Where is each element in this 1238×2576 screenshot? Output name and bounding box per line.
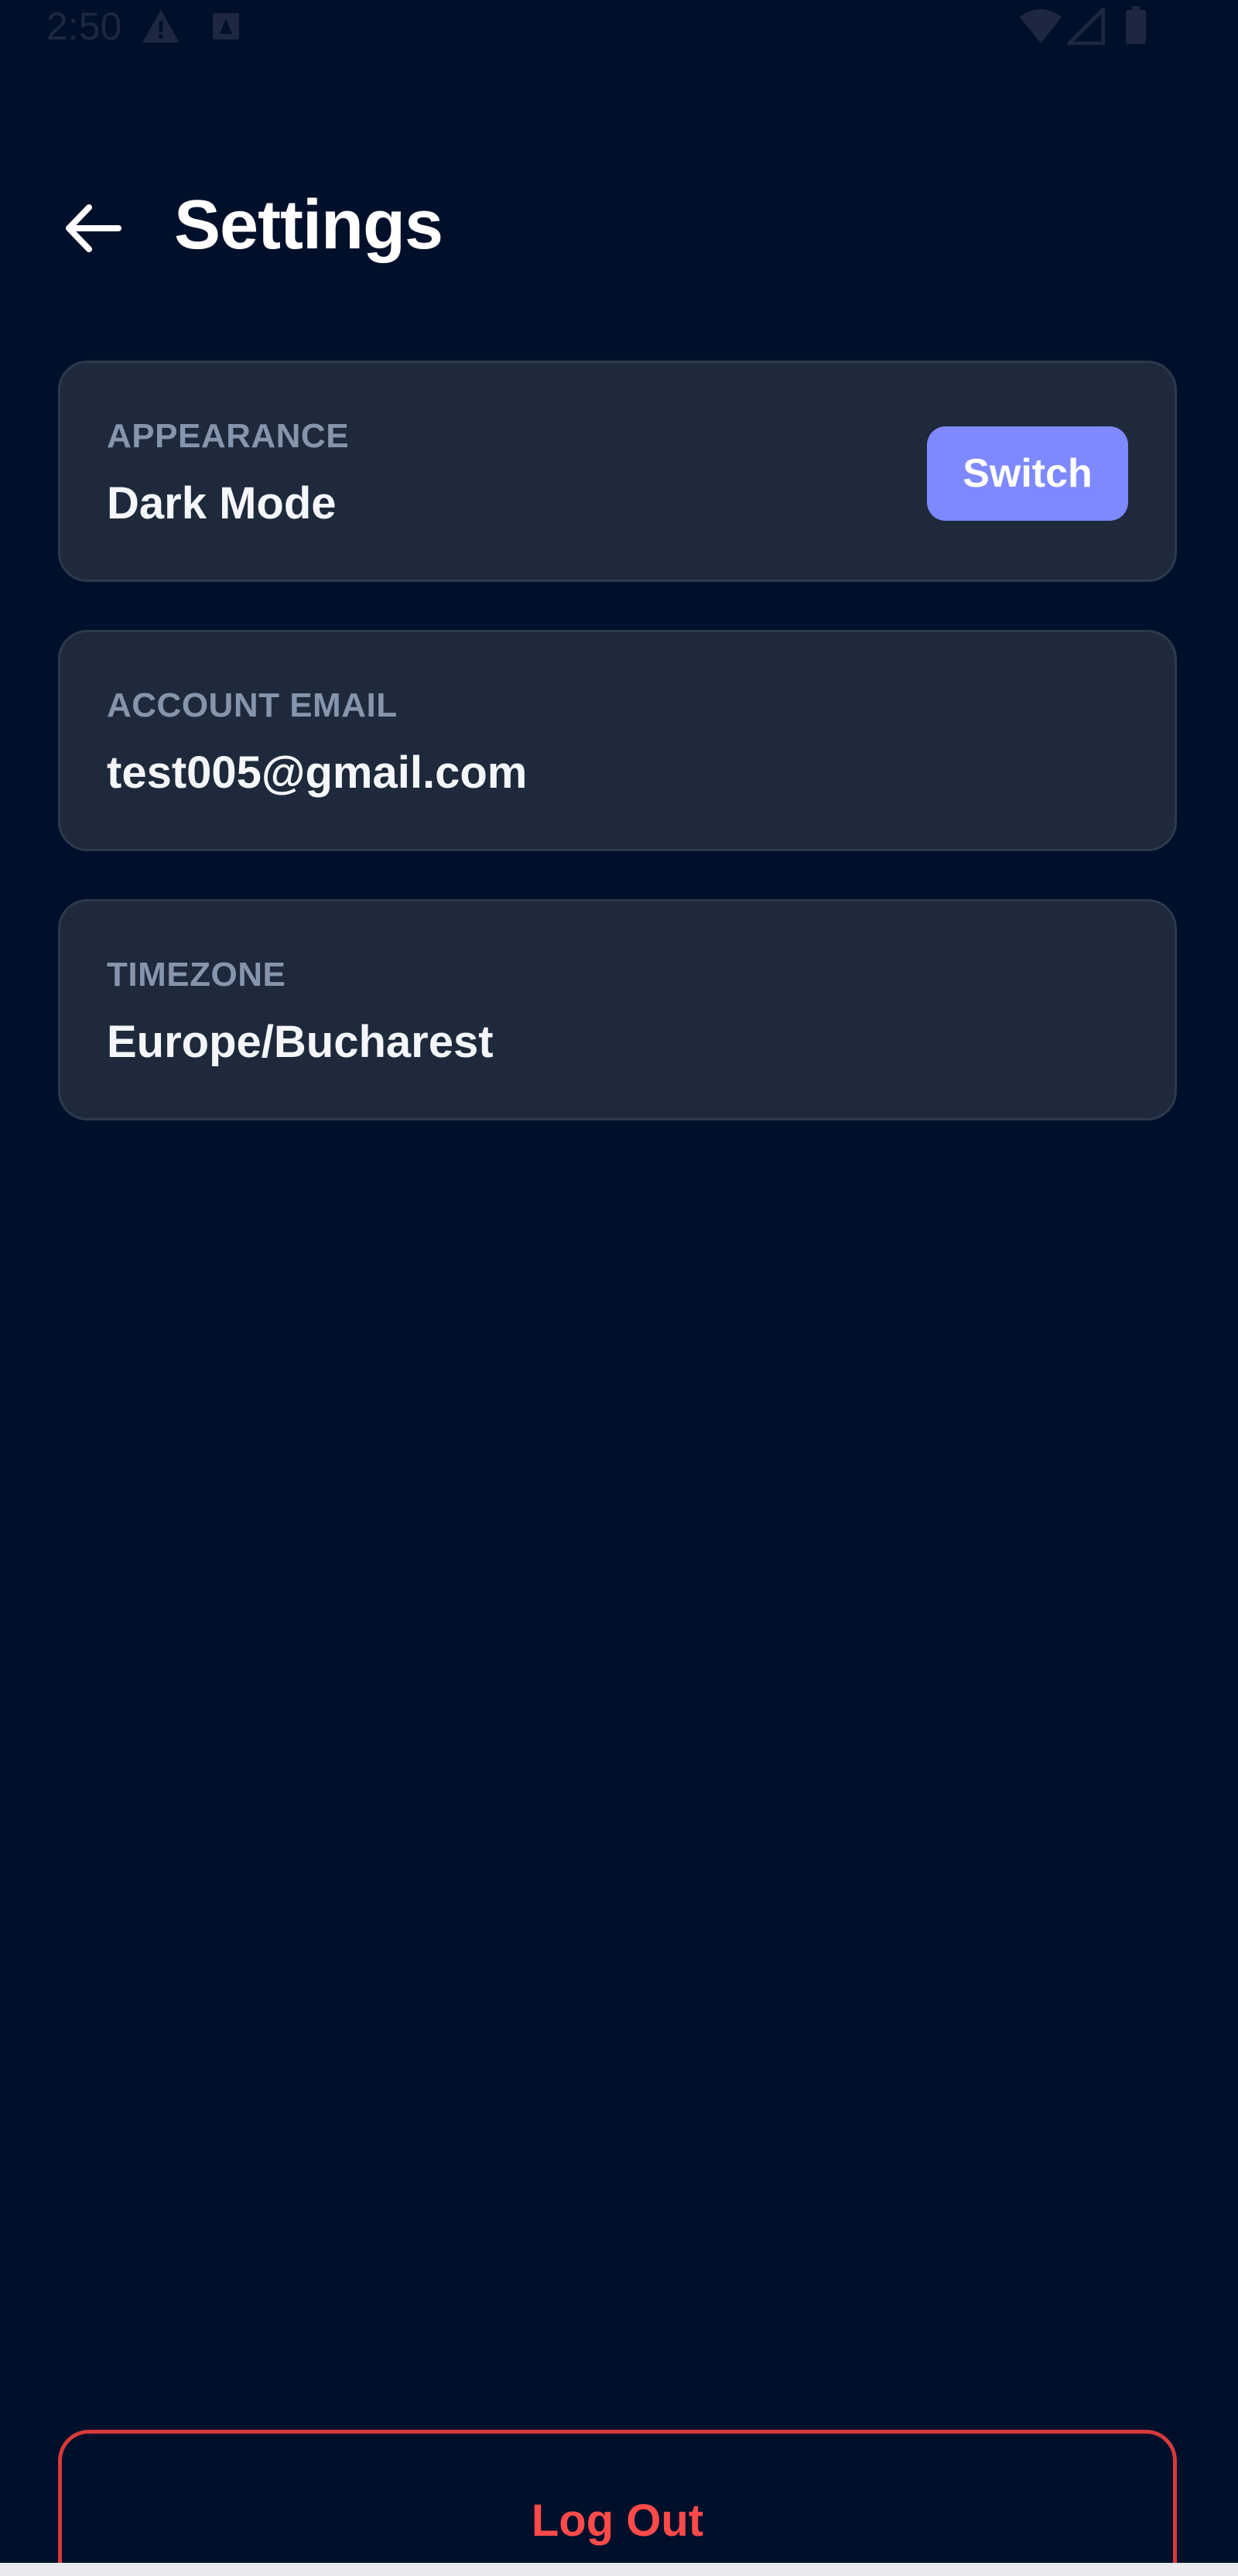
- bottom-edge: [0, 2563, 1238, 2576]
- timezone-label: TIMEZONE: [107, 956, 286, 994]
- notification-icon: [213, 13, 239, 39]
- account-email-label: ACCOUNT EMAIL: [107, 686, 398, 724]
- cellular-signal-icon: [1068, 8, 1105, 45]
- arrow-left-icon: [66, 204, 121, 252]
- settings-screen: 2:50 Settings APPEARANCE Dark Mode Switc…: [0, 0, 1238, 2563]
- status-time: 2:50: [46, 5, 122, 48]
- logout-button[interactable]: Log Out: [58, 2430, 1177, 2563]
- timezone-card: TIMEZONE Europe/Bucharest: [58, 899, 1177, 1120]
- back-button[interactable]: [54, 190, 132, 267]
- logout-label: Log Out: [531, 2496, 704, 2546]
- warning-icon: [142, 10, 180, 43]
- battery-icon: [1126, 6, 1146, 44]
- account-email-value: test005@gmail.com: [107, 747, 528, 798]
- timezone-value: Europe/Bucharest: [107, 1017, 494, 1067]
- switch-theme-button[interactable]: Switch: [927, 426, 1128, 521]
- page-title: Settings: [174, 186, 443, 264]
- appearance-value: Dark Mode: [107, 478, 337, 529]
- appearance-label: APPEARANCE: [107, 417, 350, 455]
- wifi-icon: [1020, 9, 1062, 43]
- status-bar: 2:50: [0, 0, 1238, 54]
- account-email-card: ACCOUNT EMAIL test005@gmail.com: [58, 630, 1177, 851]
- header: Settings: [0, 170, 1238, 279]
- appearance-card: APPEARANCE Dark Mode Switch: [58, 361, 1177, 582]
